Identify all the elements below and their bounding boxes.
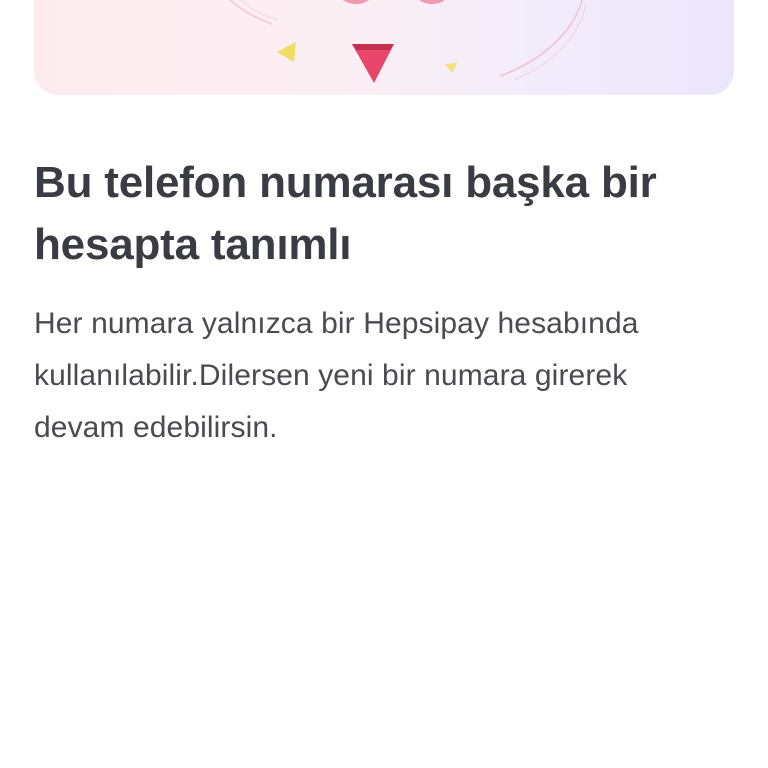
- yellow-confetti-triangle: [277, 42, 296, 62]
- message-title: Bu telefon numarası başka bir hesapta ta…: [34, 158, 657, 269]
- celebration-illustration: [229, 0, 587, 83]
- small-yellow-confetti: [445, 63, 457, 73]
- message-description: Her numara yalnızca bir Hepsipay hesabın…: [34, 307, 639, 444]
- hero-illustration-card: [34, 0, 734, 95]
- streamer-line-left: [229, 0, 273, 25]
- pink-confetti-triangle-edge: [352, 44, 394, 50]
- pink-circle-right: [419, 0, 445, 4]
- message-block: Bu telefon numarası başka bir hesapta ta…: [34, 152, 714, 454]
- pink-circle-left: [343, 0, 369, 4]
- phone-number-conflict-screen: Bu telefon numarası başka bir hesapta ta…: [0, 0, 768, 768]
